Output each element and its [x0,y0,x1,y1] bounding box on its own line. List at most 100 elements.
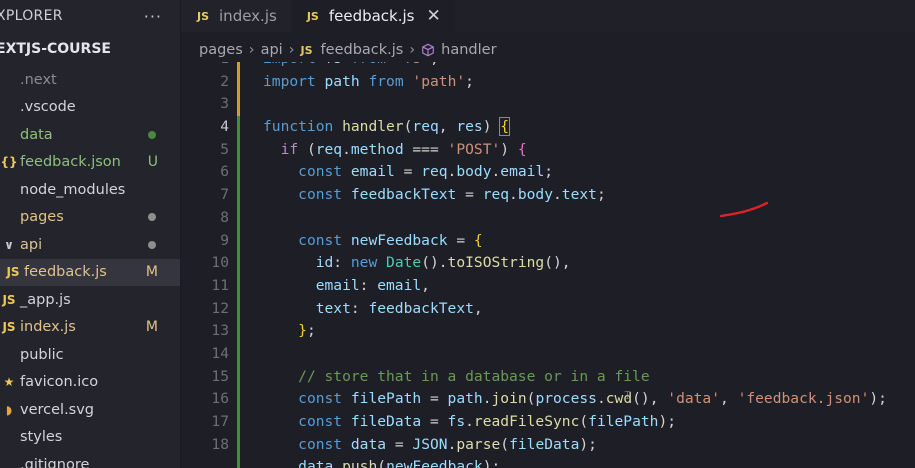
code-text: const filePath = path.join(process.cwd()… [263,388,887,411]
code-token: . [553,186,562,204]
code-token: , [421,276,430,294]
git-change-marker [237,456,240,468]
close-icon[interactable]: ✕ [427,6,441,26]
git-change-marker [237,365,240,389]
tree-item-label: node_modules [20,181,126,198]
git-change-marker [237,229,240,253]
line-number: 11 [211,276,229,294]
code-line[interactable]: 12 text: feedbackText, [181,297,915,321]
tab-feedback-js[interactable]: JS feedback.js ✕ [290,0,455,32]
chevron-down-icon: ∨ [4,237,14,252]
code-line[interactable]: 16 const filePath = path.join(process.cw… [181,388,915,411]
code-token: req [412,118,439,136]
explorer-sidebar: XPLORER ··· EXTJS-COURSE .next .vscode dat… [0,0,181,468]
tree-item[interactable]: .vscode [0,94,180,122]
breadcrumb-item-symbol[interactable]: handler [441,42,496,58]
line-number: 17 [211,413,229,430]
code-line[interactable]: 14 [181,342,915,366]
tree-item-label: public [20,346,64,363]
tree-item[interactable]: public [0,341,180,369]
code-line[interactable]: 9 const newFeedback = { [181,229,915,253]
code-line[interactable]: 17 const fileData = fs.readFileSync(file… [181,411,915,434]
code-token: import [263,62,316,67]
code-line[interactable]: 18 const data = JSON.parse(fileData); [181,433,915,457]
tree-item[interactable]: styles [0,424,180,452]
code-token: , [473,299,483,317]
code-line[interactable]: 8 [181,206,915,230]
code-token: : [350,299,369,317]
code-token: { [473,231,483,249]
tree-item[interactable]: .gitignore [0,451,180,468]
code-text: data.push(newFeedback); [263,456,500,468]
code-line[interactable]: 6 const email = req.body.email; [181,161,915,185]
git-change-marker [237,274,240,298]
line-number: 18 [211,435,229,453]
project-root[interactable]: EXTJS-COURSE [0,32,180,66]
line-number: 2 [220,72,229,90]
code-line[interactable]: 13 }; [181,320,915,343]
js-file-icon: JS [2,292,16,307]
code-line[interactable]: 4 function handler(req, res) { [181,116,915,139]
code-token: = [421,413,448,430]
code-token: email [315,276,360,294]
code-token: , [720,390,738,408]
tree-item[interactable]: JS _app.js [0,286,180,314]
tree-item[interactable]: ◗ vercel.svg [0,396,180,424]
breadcrumb-item-pages[interactable]: pages [199,42,243,58]
code-line[interactable]: data.push(newFeedback); [181,456,915,468]
tab-bar: JS index.js JS feedback.js ✕ [181,0,915,32]
code-line[interactable]: 15 // store that in a database or in a f… [181,365,915,389]
tree-item-label: api [20,236,43,253]
code-token: 'data' [667,390,720,408]
tree-item[interactable]: JS index.js M [0,314,180,342]
line-number: 6 [220,163,229,181]
line-number: 13 [211,322,229,340]
tree-item-label: vercel.svg [20,401,95,418]
tab-index-js[interactable]: JS index.js [181,0,291,32]
code-text: }; [263,320,316,343]
breadcrumb-item-api[interactable]: api [261,42,283,58]
tree-item[interactable]: JS feedback.js M [0,258,180,286]
tree-item[interactable]: .next [0,66,180,94]
tree-item-label: .gitignore [20,456,90,468]
code-line[interactable]: 10 id: new Date().toISOString(), [181,252,915,275]
explorer-header: XPLORER ··· [0,0,180,32]
code-token: 'feedback.json' [737,390,870,408]
tree-item[interactable]: node_modules [0,176,180,204]
code-line[interactable]: 3 [181,93,915,117]
code-text: if (req.method === 'POST') { [263,139,527,162]
tree-item-label: feedback.json [20,154,121,171]
breadcrumb-item-file[interactable]: feedback.js [321,42,404,58]
code-editor[interactable]: 1 import fs from 'fs'; 2 import path from '… [181,62,915,468]
code-line[interactable]: 2 import path from 'path'; [181,70,915,94]
line-number: 10 [211,254,229,272]
code-line[interactable]: 5 if (req.method === 'POST') { [181,138,915,162]
code-token: (), [632,390,668,408]
code-token: email [377,276,422,294]
code-text: const newFeedback = { [263,230,483,253]
tree-item[interactable]: ★ favicon.ico [0,369,180,397]
code-token: ; [430,62,439,67]
code-line[interactable]: 1 import fs from 'fs'; [181,62,915,71]
git-change-marker [237,184,240,207]
code-token: req [482,186,510,204]
tree-item[interactable]: ∨ api [0,231,180,259]
code-token: email [500,163,545,181]
code-token: body [456,163,492,181]
code-line[interactable]: 7 const feedbackText = req.body.text; [181,184,915,207]
code-line[interactable]: 11 email: email, [181,274,915,298]
code-token: 'path' [412,72,466,90]
code-token: : [333,254,351,272]
more-actions-icon[interactable]: ··· [144,7,162,26]
tree-item[interactable]: pages [0,204,180,232]
code-token: 'fs' [395,62,430,67]
tree-item[interactable]: data [0,121,180,149]
tree-item[interactable]: {} feedback.json U [0,149,180,177]
line-number: 16 [211,390,229,408]
code-token: data [298,458,334,468]
